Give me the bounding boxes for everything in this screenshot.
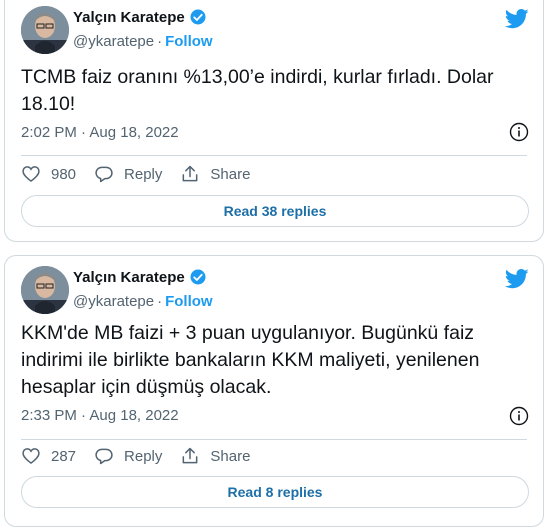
reply-label: Reply <box>124 447 163 465</box>
author-handle[interactable]: @ykaratepe <box>73 293 154 310</box>
tweet-card: Yalçın Karatepe @ykaratepe · Follow TCMB f… <box>4 0 544 242</box>
share-icon <box>182 165 198 182</box>
twitter-bird-icon[interactable] <box>505 269 529 289</box>
twitter-bird-icon[interactable] <box>505 9 529 29</box>
tweet-timestamp[interactable]: 2:02 PM · Aug 18, 2022 <box>21 124 179 141</box>
separator-dot: · <box>157 293 163 310</box>
share-button[interactable]: Share <box>180 446 250 466</box>
like-button[interactable]: 287 <box>21 446 76 466</box>
author-name[interactable]: Yalçın Karatepe <box>73 269 185 286</box>
author-row: Yalçın Karatepe <box>73 268 207 286</box>
share-label: Share <box>210 447 251 465</box>
divider <box>21 439 527 440</box>
tweet-card: Yalçın Karatepe @ykaratepe · Follow KKM'de… <box>4 255 544 527</box>
follow-button[interactable]: Follow <box>165 293 213 310</box>
heart-icon <box>22 448 40 465</box>
tweet-text: TCMB faiz oranını %13,00’e indirdi, kurl… <box>21 66 494 115</box>
action-bar: 980 Reply Share <box>21 164 268 184</box>
share-icon <box>182 447 198 464</box>
author-name[interactable]: Yalçın Karatepe <box>73 9 185 26</box>
avatar[interactable] <box>21 266 69 314</box>
handle-row: @ykaratepe · Follow <box>73 293 213 310</box>
reply-button[interactable]: Reply <box>94 164 162 184</box>
read-replies-button[interactable]: Read 38 replies <box>21 195 529 227</box>
verified-badge-icon <box>190 269 206 285</box>
like-count: 287 <box>51 447 77 465</box>
avatar[interactable] <box>21 6 69 54</box>
follow-button[interactable]: Follow <box>165 33 213 50</box>
read-replies-button[interactable]: Read 8 replies <box>21 476 529 508</box>
handle-row: @ykaratepe · Follow <box>73 33 213 50</box>
action-bar: 287 Reply Share <box>21 446 268 466</box>
like-button[interactable]: 980 <box>21 164 76 184</box>
verified-badge-icon <box>190 9 206 25</box>
info-icon[interactable] <box>509 122 529 142</box>
tweet-text: KKM'de MB faizi + 3 puan uygulanıyor. Bu… <box>21 322 480 398</box>
reply-icon <box>95 448 113 465</box>
heart-icon <box>22 166 40 183</box>
author-row: Yalçın Karatepe <box>73 8 207 26</box>
info-icon[interactable] <box>509 406 529 426</box>
like-count: 980 <box>51 165 77 183</box>
separator-dot: · <box>157 33 163 50</box>
reply-label: Reply <box>124 165 163 183</box>
reply-button[interactable]: Reply <box>94 446 162 466</box>
share-label: Share <box>210 165 251 183</box>
reply-icon <box>95 166 113 183</box>
share-button[interactable]: Share <box>180 164 250 184</box>
author-handle[interactable]: @ykaratepe <box>73 33 154 50</box>
tweet-timestamp[interactable]: 2:33 PM · Aug 18, 2022 <box>21 407 179 424</box>
divider <box>21 155 527 156</box>
